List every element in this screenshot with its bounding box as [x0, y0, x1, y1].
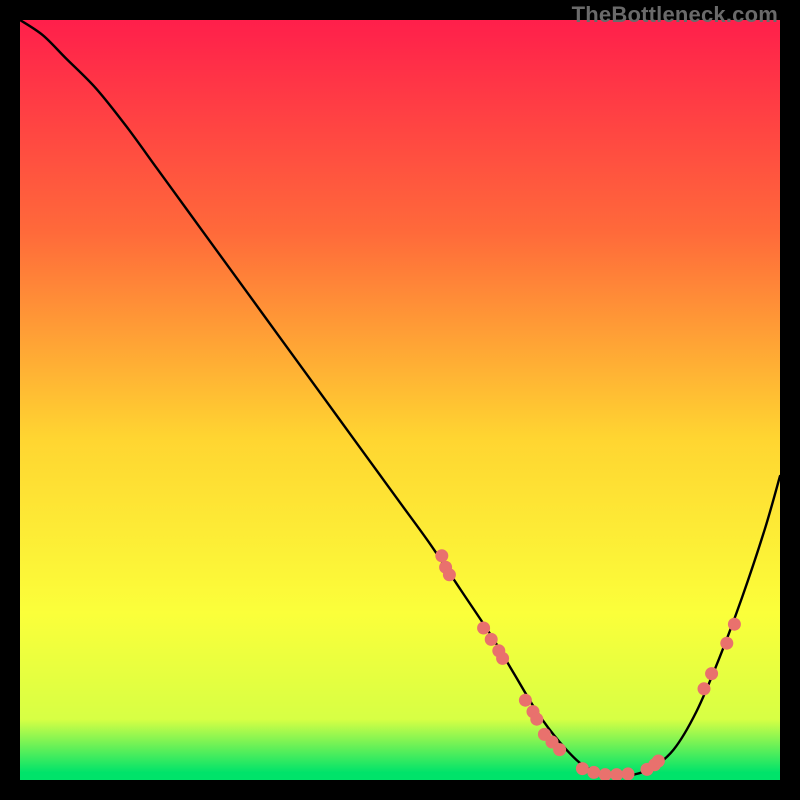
curve-marker — [720, 637, 733, 650]
curve-marker — [705, 667, 718, 680]
curve-marker — [435, 549, 448, 562]
bottleneck-chart — [20, 20, 780, 780]
watermark-text: TheBottleneck.com — [572, 2, 778, 28]
gradient-background — [20, 20, 780, 780]
curve-marker — [652, 755, 665, 768]
curve-marker — [576, 762, 589, 775]
curve-marker — [496, 652, 509, 665]
curve-marker — [477, 622, 490, 635]
curve-marker — [485, 633, 498, 646]
curve-marker — [728, 618, 741, 631]
curve-marker — [587, 766, 600, 779]
curve-marker — [530, 713, 543, 726]
curve-marker — [622, 767, 635, 780]
curve-marker — [553, 743, 566, 756]
chart-frame — [20, 20, 780, 780]
curve-marker — [443, 568, 456, 581]
curve-marker — [519, 694, 532, 707]
curve-marker — [698, 682, 711, 695]
